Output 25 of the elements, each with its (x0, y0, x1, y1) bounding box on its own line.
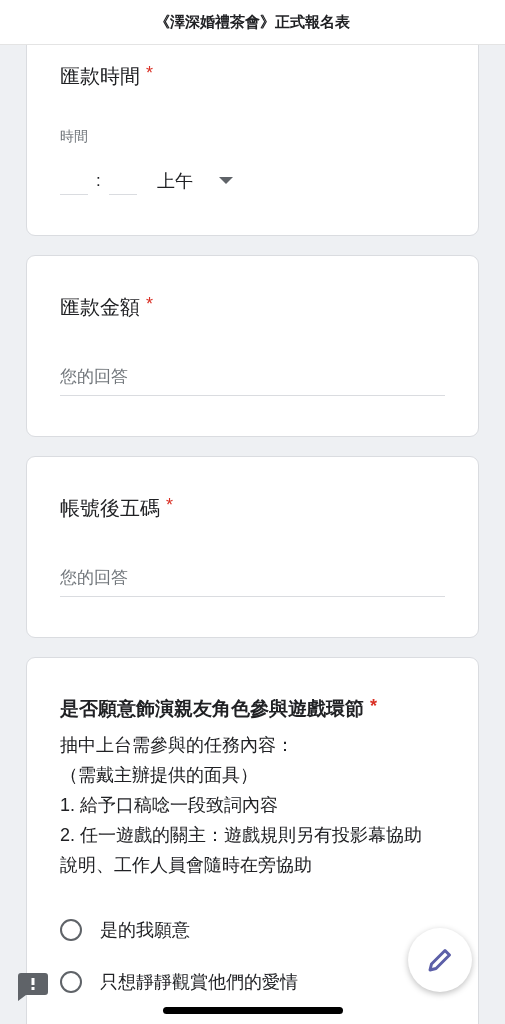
question-title: 是否願意飾演親友角色參與遊戲環節 (60, 697, 364, 721)
time-label: 時間 (60, 128, 89, 146)
period-dropdown[interactable]: 上午 (156, 168, 233, 193)
feedback-icon[interactable] (18, 973, 48, 1001)
option-label[interactable]: 只想靜靜觀賞他們的愛情 (100, 970, 298, 994)
answer-field[interactable]: 您的回答 (60, 568, 445, 597)
required-mark: * (146, 294, 153, 315)
option-label[interactable]: 是的我願意 (100, 918, 190, 942)
description-line: 2. 任一遊戲的關主：遊戲規則另有投影幕協助說明、工作人員會隨時在旁協助 (60, 824, 423, 877)
description-line: 抽中上台需參與的任務內容： (60, 734, 295, 757)
question-title: 匯款金額 (60, 295, 140, 320)
answer-field[interactable]: 您的回答 (60, 367, 445, 396)
description-line: （需戴主辦提供的面具） (60, 764, 259, 787)
required-mark: * (370, 696, 377, 717)
time-separator: : (96, 170, 101, 191)
caret-icon (218, 176, 233, 185)
question-title: 匯款時間 (60, 64, 140, 89)
description-line: 1. 給予口稿唸一段致詞內容 (60, 794, 279, 817)
radio-button[interactable] (60, 971, 82, 993)
question-title: 帳號後五碼 (60, 496, 160, 521)
pencil-icon (427, 947, 453, 973)
form-title: 《澤深婚禮茶會》正式報名表 (155, 12, 350, 32)
required-mark: * (166, 495, 173, 516)
required-mark: * (146, 63, 153, 84)
radio-button[interactable] (60, 919, 82, 941)
